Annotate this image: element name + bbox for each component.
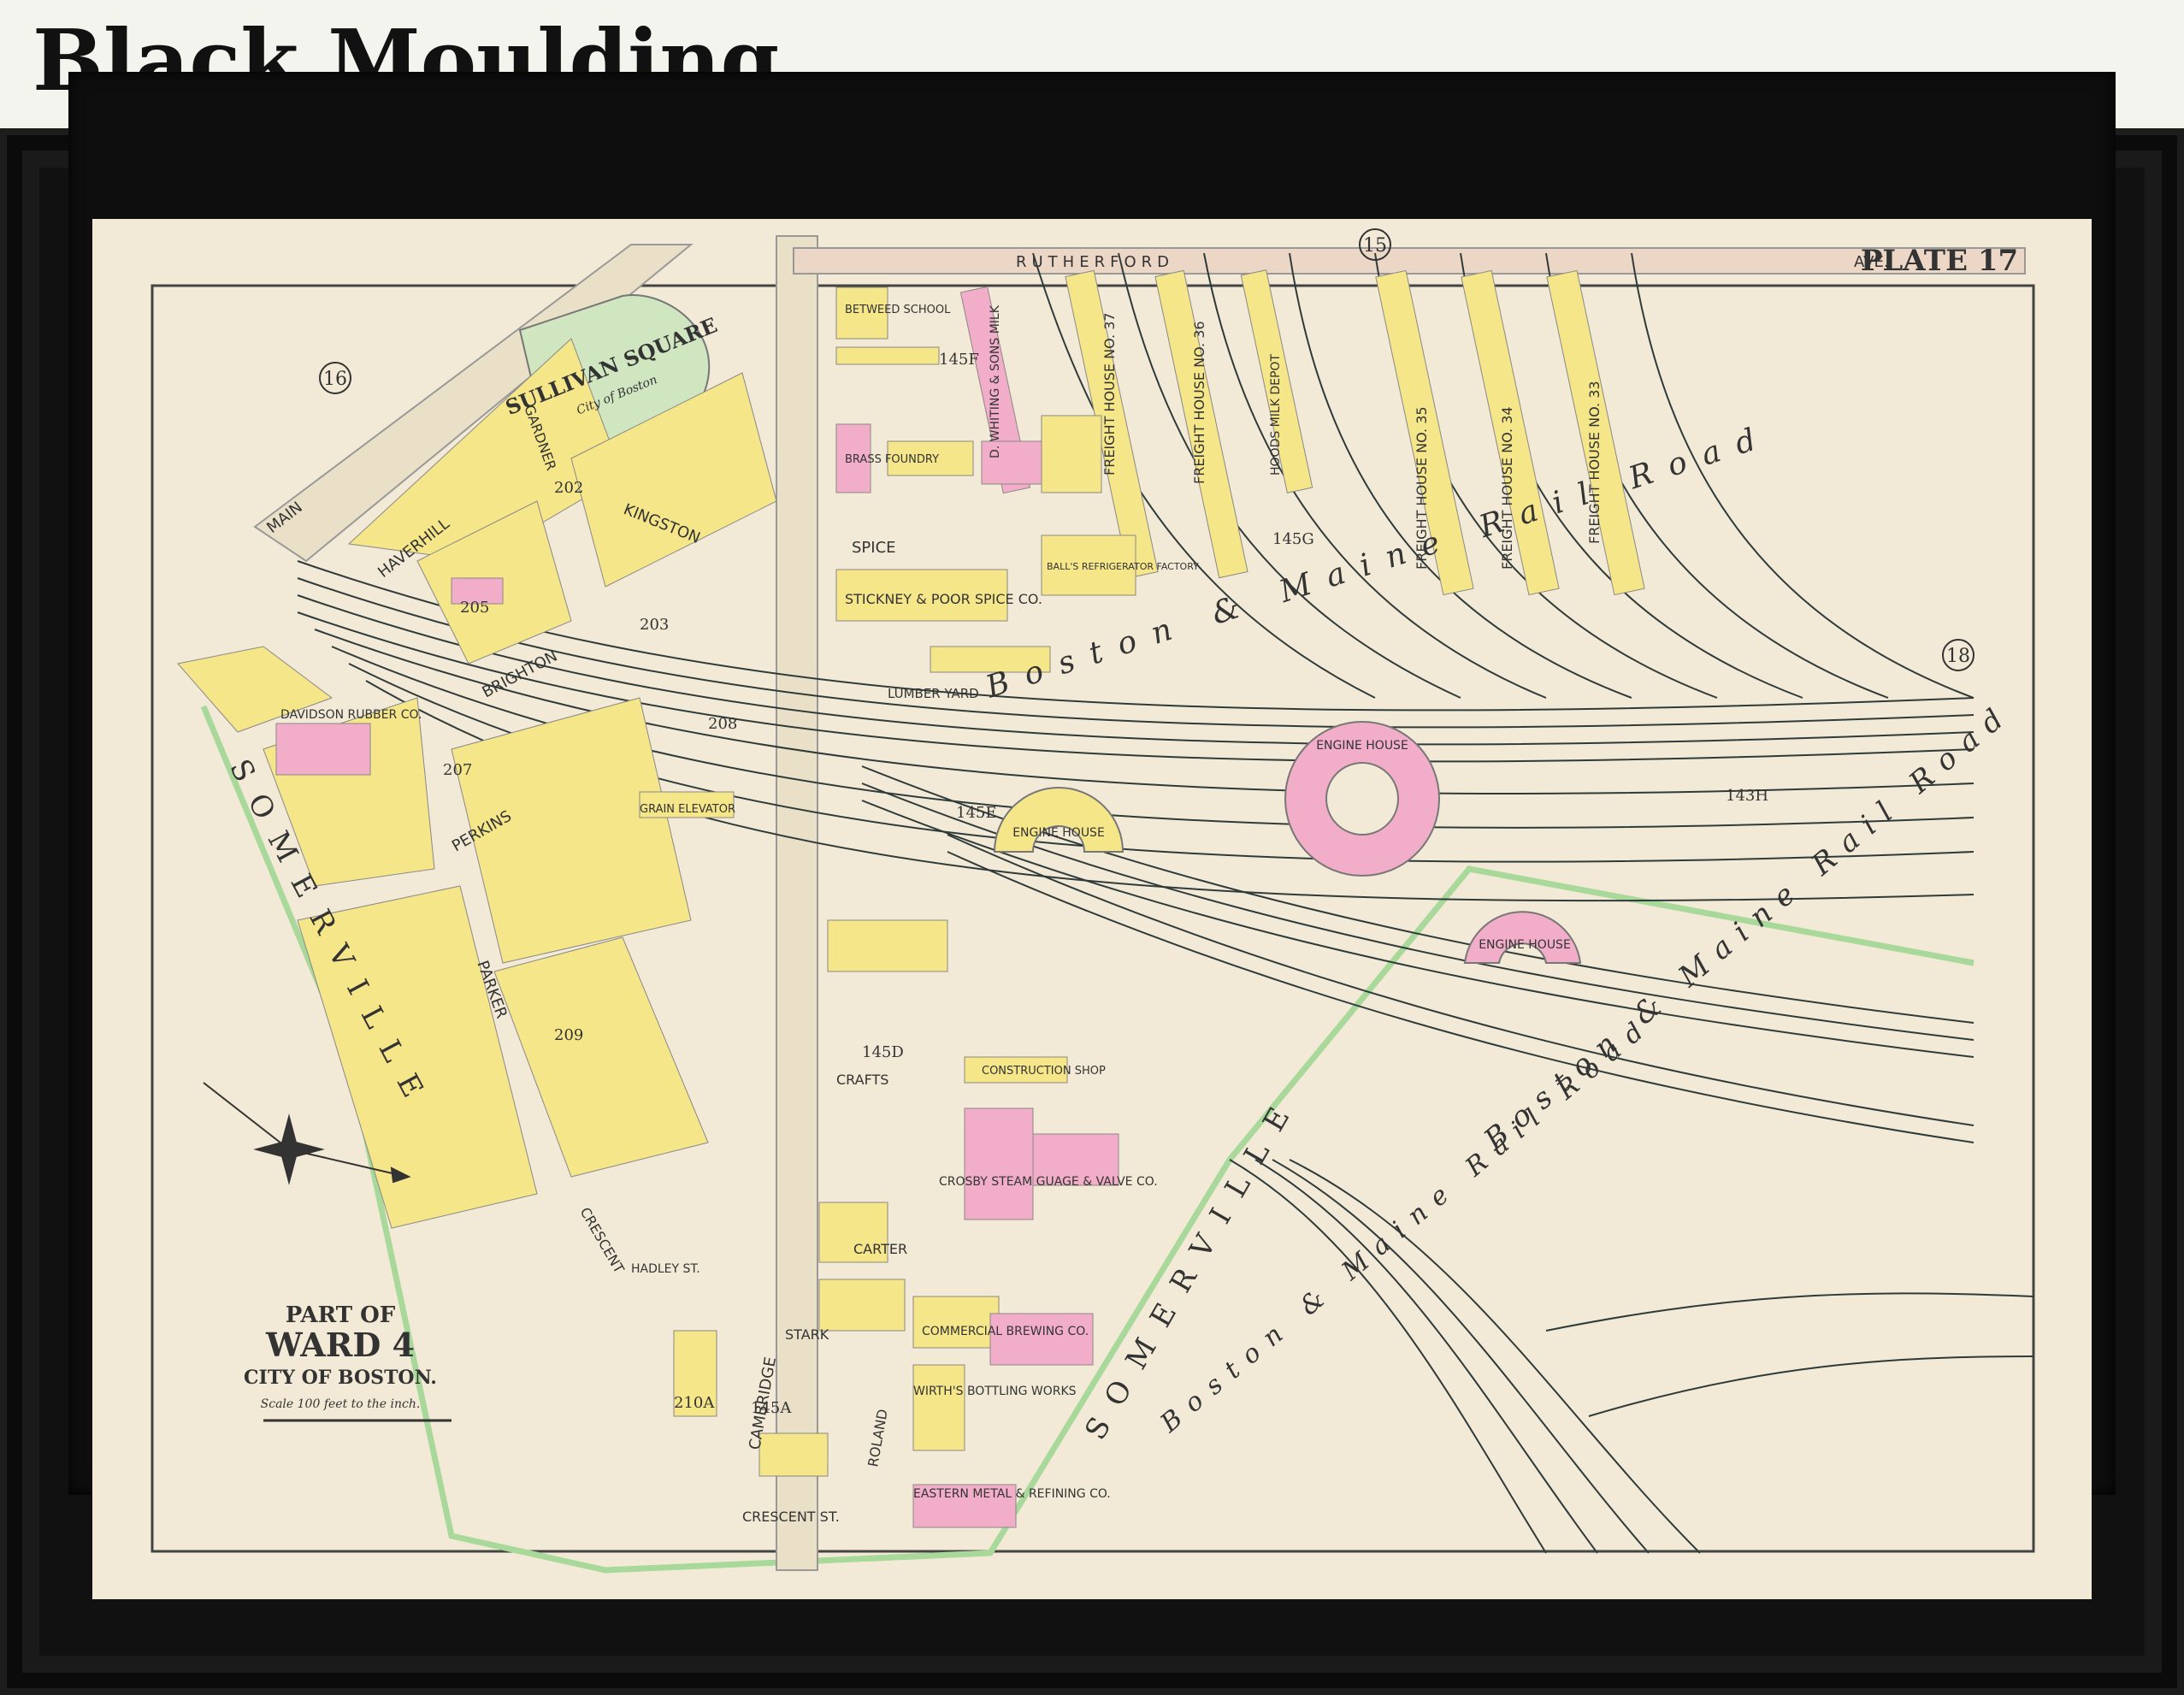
street-spice: SPICE: [852, 539, 896, 557]
lot-205: 205: [460, 599, 489, 617]
ward-map: 16 15 18 PLATE 17 RUTHERFORD AVE. MAIN H…: [151, 228, 2035, 1574]
whiting-label: D. WHITING & SONS MILK: [989, 304, 1002, 458]
svg-text:15: 15: [1363, 235, 1387, 257]
lot-145f: 145F: [939, 351, 979, 369]
engine-house-west: [993, 787, 1124, 853]
map-paper: 16 15 18 PLATE 17 RUTHERFORD AVE. MAIN H…: [92, 219, 2092, 1599]
lot-145e: 145E: [956, 804, 997, 822]
hoods-label: HOODS MILK DEPOT: [1269, 354, 1283, 475]
betweed-school-label: BETWEED SCHOOL: [845, 304, 951, 316]
street-crafts: CRAFTS: [836, 1072, 888, 1088]
lumber-yard-label: LUMBER YARD: [888, 686, 979, 701]
commercial-brewing-label: COMMERCIAL BREWING CO.: [922, 1325, 1089, 1338]
lot-202: 202: [554, 479, 583, 497]
title-part-of: PART OF: [286, 1302, 396, 1328]
rutherford-avenue-band: [793, 247, 2026, 275]
street-crescent-st: CRESCENT ST.: [742, 1509, 840, 1525]
freight-house-33-label: FREIGHT HOUSE NO. 33: [1586, 381, 1603, 544]
grain-elevator-label: GRAIN ELEVATOR: [640, 803, 735, 816]
street-crescent: CRESCENT: [577, 1205, 628, 1277]
construction-shop-label: CONSTRUCTION SHOP: [982, 1065, 1106, 1078]
street-carter: CARTER: [853, 1241, 907, 1257]
street-hadley: HADLEY ST.: [631, 1262, 700, 1276]
street-rutherford: RUTHERFORD: [1016, 253, 1174, 271]
lot-143h: 143H: [1726, 787, 1768, 805]
title-ward: WARD 4: [265, 1326, 415, 1364]
crosby-label: CROSBY STEAM GUAGE & VALVE CO.: [939, 1175, 1158, 1189]
wirths-label: WIRTH'S BOTTLING WORKS: [913, 1385, 1077, 1398]
brass-foundry-label: BRASS FOUNDRY: [845, 453, 939, 466]
refrigerator-label: BALL'S REFRIGERATOR FACTORY: [1047, 561, 1199, 572]
lot-207: 207: [443, 761, 472, 779]
engine-house-east-label: ENGINE HOUSE: [1479, 938, 1571, 952]
lot-145d: 145D: [862, 1043, 904, 1061]
engine-house-west-label: ENGINE HOUSE: [1012, 826, 1105, 840]
street-ave: AVE.: [1854, 253, 1889, 271]
lot-145a: 145A: [751, 1399, 792, 1417]
cambridge-street-corridor: [776, 235, 818, 1571]
engine-house-large-label: ENGINE HOUSE: [1316, 739, 1408, 753]
lot-208: 208: [708, 715, 737, 733]
stickney-label: STICKNEY & POOR SPICE CO.: [845, 591, 1042, 607]
ward-marker-16: 16: [319, 362, 351, 394]
lot-209: 209: [554, 1026, 583, 1044]
street-roland: ROLAND: [865, 1408, 891, 1468]
title-city: CITY OF BOSTON.: [244, 1367, 437, 1389]
ward-marker-18: 18: [1942, 639, 1974, 671]
freight-house-34-label: FREIGHT HOUSE NO. 34: [1499, 406, 1515, 570]
street-stark: STARK: [785, 1326, 829, 1343]
title-scale: Scale 100 feet to the inch.: [261, 1397, 421, 1411]
eastern-metal-label: EASTERN METAL & REFINING CO.: [913, 1487, 1111, 1501]
svg-text:16: 16: [323, 369, 347, 390]
davidson-label: DAVIDSON RUBBER CO.: [280, 708, 422, 722]
svg-text:18: 18: [1946, 646, 1970, 667]
freight-house-36-label: FREIGHT HOUSE NO. 36: [1191, 321, 1207, 484]
ward-marker-15: 15: [1359, 228, 1391, 261]
lot-145g: 145G: [1272, 530, 1314, 548]
lot-203: 203: [640, 616, 669, 634]
freight-house-37-label: FREIGHT HOUSE NO. 37: [1101, 312, 1118, 475]
lot-210a: 210A: [674, 1394, 715, 1412]
freight-house-35-label: FREIGHT HOUSE NO. 35: [1414, 406, 1430, 570]
